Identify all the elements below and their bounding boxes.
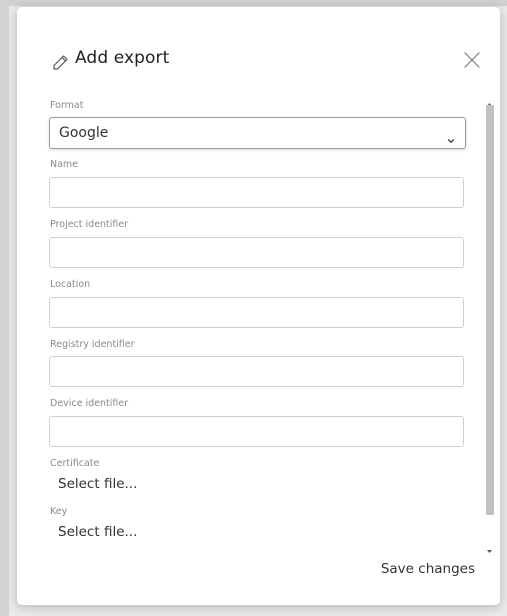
background-top-strip xyxy=(0,0,507,6)
scroll-down-arrow-icon[interactable] xyxy=(486,540,493,553)
key-select-file[interactable]: Select file... xyxy=(58,524,137,540)
certificate-select-file[interactable]: Select file... xyxy=(58,476,137,492)
location-label: Location xyxy=(50,279,91,290)
chevron-down-icon xyxy=(447,130,455,143)
add-export-dialog: Add export Format Google Name Project id… xyxy=(17,7,500,605)
dialog-header: Add export xyxy=(17,7,500,93)
dialog-title: Add export xyxy=(75,48,170,68)
format-label: Format xyxy=(50,100,84,111)
pencil-icon xyxy=(52,53,70,71)
form-scroll-area: Format Google Name Project identifier Lo… xyxy=(17,93,500,553)
project-identifier-input[interactable] xyxy=(49,237,464,268)
certificate-label: Certificate xyxy=(50,458,100,469)
scroll-up-arrow-icon[interactable] xyxy=(486,93,493,106)
close-icon[interactable] xyxy=(461,49,483,71)
name-input[interactable] xyxy=(49,177,464,208)
form-scrollbar[interactable] xyxy=(484,93,495,553)
save-changes-button[interactable]: Save changes xyxy=(365,557,475,581)
format-select[interactable]: Google xyxy=(49,117,466,149)
registry-identifier-input[interactable] xyxy=(49,356,464,387)
key-label: Key xyxy=(50,506,68,517)
project-identifier-label: Project identifier xyxy=(50,219,129,230)
format-selected-value: Google xyxy=(59,125,109,141)
name-label: Name xyxy=(50,159,79,170)
location-input[interactable] xyxy=(49,297,464,328)
device-identifier-input[interactable] xyxy=(49,416,464,447)
background-left-strip xyxy=(0,0,9,616)
registry-identifier-label: Registry identifier xyxy=(50,339,135,350)
scrollbar-thumb[interactable] xyxy=(486,105,494,515)
device-identifier-label: Device identifier xyxy=(50,398,129,409)
